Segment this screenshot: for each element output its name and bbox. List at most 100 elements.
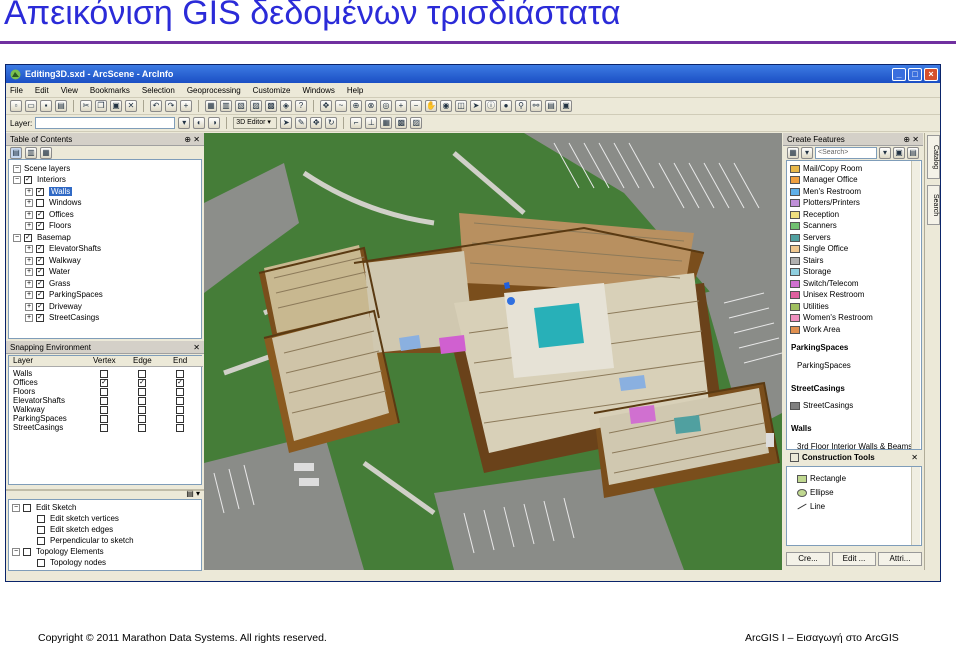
edge-checkbox[interactable]	[138, 424, 146, 432]
layer-select[interactable]	[35, 117, 176, 129]
construction-close-icon[interactable]: ✕	[911, 453, 918, 462]
vertex-checkbox[interactable]	[100, 370, 108, 378]
menu-windows[interactable]: Windows	[302, 86, 334, 95]
3d-editor-menu[interactable]: 3D Editor ▾	[233, 117, 278, 129]
rotate-icon[interactable]: ↻	[325, 117, 338, 129]
feature-template[interactable]: Scanners	[790, 220, 837, 231]
feature-template[interactable]: 3rd Floor Interior Walls & Beams	[797, 441, 912, 449]
scene-3d-view[interactable]	[204, 133, 782, 570]
sketch-checkbox[interactable]	[23, 503, 31, 512]
feature-template[interactable]: Stairs	[790, 255, 823, 266]
edit-vertices-icon[interactable]: ✎	[295, 117, 308, 129]
sketch-checkbox[interactable]	[23, 547, 31, 556]
toc-item[interactable]: + ✓ ElevatorShafts	[25, 243, 101, 254]
python-icon[interactable]: ▣	[560, 100, 572, 112]
undo-icon[interactable]: ↶	[150, 100, 162, 112]
cut-icon[interactable]: ✂	[80, 100, 92, 112]
expand-icon[interactable]: +	[25, 290, 33, 299]
organize-templates-icon[interactable]: ▦	[787, 147, 799, 159]
end-checkbox[interactable]	[176, 388, 184, 396]
menu-customize[interactable]: Customize	[253, 86, 291, 95]
navigate-icon[interactable]: ✥	[320, 100, 332, 112]
menu-help[interactable]: Help	[347, 86, 363, 95]
sketch-checkbox[interactable]	[37, 525, 45, 534]
menu-geoprocessing[interactable]: Geoprocessing	[187, 86, 241, 95]
end-checkbox[interactable]	[176, 415, 184, 423]
toc-item[interactable]: + ✓ ParkingSpaces	[25, 289, 103, 300]
toc-item[interactable]: + Windows	[25, 197, 81, 208]
edge-checkbox[interactable]	[138, 388, 146, 396]
table-icon[interactable]: ▥	[220, 100, 232, 112]
toc-pin-close-icons[interactable]: ⊕ ✕	[184, 135, 200, 144]
edge-checkbox[interactable]	[138, 370, 146, 378]
layer-checkbox[interactable]: ✓	[36, 290, 44, 299]
layer-checkbox[interactable]: ✓	[36, 313, 44, 322]
feature-template[interactable]: Women's Restroom	[790, 312, 873, 323]
template-props-icon[interactable]: ▣	[893, 147, 905, 159]
end-checkbox[interactable]	[176, 424, 184, 432]
expand-icon[interactable]: +	[25, 244, 33, 253]
feature-template[interactable]: ParkingSpaces	[797, 360, 851, 371]
maximize-button[interactable]: □	[908, 67, 922, 81]
feature-template[interactable]: StreetCasings	[790, 400, 853, 411]
filter-icon[interactable]: ▾	[801, 147, 813, 159]
tab-create-features[interactable]: Cre...	[786, 552, 830, 566]
feature-template[interactable]: Single Office	[790, 243, 848, 254]
list-by-drawing-order-icon[interactable]: ▤	[10, 147, 22, 159]
sketch-item[interactable]: − Edit Sketch	[12, 502, 76, 513]
zoom-out-icon[interactable]: −	[410, 100, 422, 112]
split-icon[interactable]: ⊥	[365, 117, 378, 129]
snapping-close-icon[interactable]: ✕	[193, 343, 200, 352]
tab-edit[interactable]: Edit ...	[832, 552, 876, 566]
select-icon[interactable]: ➤	[470, 100, 482, 112]
layer-checkbox[interactable]: ✓	[24, 175, 32, 184]
feature-template[interactable]: Storage	[790, 266, 831, 277]
vertex-checkbox[interactable]	[100, 415, 108, 423]
toc-item[interactable]: + ✓ Walls	[25, 186, 73, 197]
list-by-source-icon[interactable]: ▥	[25, 147, 37, 159]
tool-line[interactable]: Line	[797, 501, 825, 512]
edge-checkbox[interactable]	[138, 406, 146, 414]
sketch-checkbox[interactable]	[37, 558, 45, 567]
sketch-panel-controls[interactable]: ▤ ▾	[186, 489, 200, 498]
tab-search[interactable]: Search	[927, 185, 940, 225]
new-icon[interactable]: ▫	[10, 100, 22, 112]
feature-template[interactable]: Men's Restroom	[790, 186, 861, 197]
list-by-visibility-icon[interactable]: ▦	[40, 147, 52, 159]
feature-template[interactable]: Servers	[790, 232, 831, 243]
tools-scrollbar[interactable]	[911, 467, 920, 545]
expand-icon[interactable]: +	[25, 210, 33, 219]
sketch-item[interactable]: Edit sketch vertices	[37, 513, 119, 524]
expand-icon[interactable]: +	[25, 198, 33, 207]
pan-icon[interactable]: ✋	[425, 100, 437, 112]
vertex-checkbox[interactable]	[100, 406, 108, 414]
menu-view[interactable]: View	[61, 86, 78, 95]
attributes-icon[interactable]: ▦	[380, 117, 393, 129]
campus-3d-scene[interactable]	[204, 133, 782, 570]
collapse-icon[interactable]: −	[12, 503, 20, 512]
vertex-checkbox[interactable]	[100, 388, 108, 396]
menu-edit[interactable]: Edit	[35, 86, 49, 95]
toc-item[interactable]: − ✓ Interiors	[13, 174, 66, 185]
print-icon[interactable]: ▤	[55, 100, 67, 112]
tab-attributes[interactable]: Attri...	[878, 552, 922, 566]
toc-item[interactable]: + ✓ Walkway	[25, 255, 81, 266]
feature-template[interactable]: Manager Office	[790, 174, 858, 185]
minimize-button[interactable]: _	[892, 67, 906, 81]
center-icon[interactable]: ◎	[380, 100, 392, 112]
move-icon[interactable]: ✥	[310, 117, 323, 129]
toc-item[interactable]: − Scene layers	[13, 163, 70, 174]
create-features-icon[interactable]: ▨	[410, 117, 423, 129]
open-icon[interactable]: ▭	[25, 100, 37, 112]
sketch-props-icon[interactable]: ▩	[395, 117, 408, 129]
model-icon[interactable]: ◈	[280, 100, 292, 112]
add-data-icon[interactable]: +	[180, 100, 192, 112]
copy-icon[interactable]: ❐	[95, 100, 107, 112]
layer-checkbox[interactable]: ✓	[36, 279, 44, 288]
globe-icon[interactable]: ◐	[193, 117, 206, 129]
layer-checkbox[interactable]: ✓	[36, 187, 44, 196]
vertex-checkbox[interactable]	[100, 424, 108, 432]
end-checkbox[interactable]	[176, 370, 184, 378]
toc-item[interactable]: + ✓ Water	[25, 266, 70, 277]
template-sort-icon[interactable]: ▤	[907, 147, 919, 159]
